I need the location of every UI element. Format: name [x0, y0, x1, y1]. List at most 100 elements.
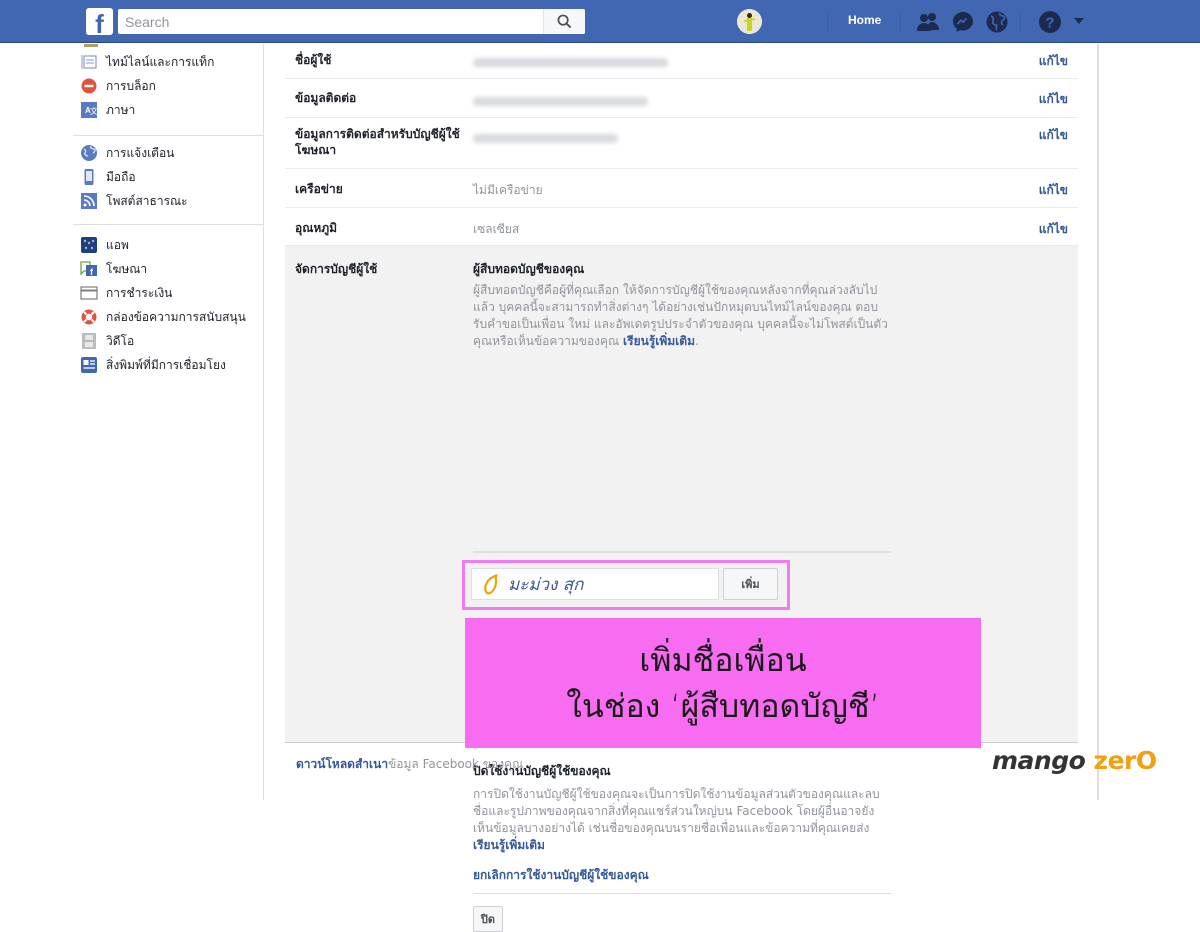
sidebar-divider	[73, 224, 263, 225]
search-input[interactable]	[118, 9, 538, 34]
close-button[interactable]: ปิด	[473, 906, 503, 932]
instruction-callout: เพิ่มชื่อเพื่อน ในช่อง ‘ผู้สืบทอดบัญชี’	[465, 618, 981, 748]
rss-icon	[81, 193, 97, 209]
sidebar-item-label: การชำระเงิน	[106, 285, 173, 300]
edit-temperature-link[interactable]: แก้ไข	[1039, 220, 1068, 239]
legacy-contact-title: ผู้สืบทอดบัญชีของคุณ	[473, 262, 585, 276]
article-icon	[81, 357, 97, 373]
sidebar-group-3: แอพ f โฆษณา การชำระเงิน กล่องข้อความการส…	[80, 233, 264, 377]
mango-icon	[484, 574, 498, 595]
row-label: อุณหภูมิ	[295, 221, 338, 235]
timeline-icon	[81, 55, 97, 69]
settings-sidebar: ไทม์ไลน์และการแท็ก การบล็อก A文 ภาษา การแ…	[0, 44, 264, 800]
sidebar-item-label: วิดีโอ	[106, 333, 135, 348]
profile-avatar[interactable]	[737, 9, 762, 34]
facebook-logo[interactable]: f	[86, 8, 113, 35]
search-icon	[557, 14, 572, 29]
sidebar-item-label: โพสต์สาธารณะ	[106, 193, 188, 208]
sidebar-item-label: มือถือ	[106, 169, 136, 184]
download-info-text: ดาวน์โหลดสำเนาข้อมูล Facebook ของคุณ	[296, 755, 523, 774]
avatar-image	[737, 9, 762, 34]
payment-card-icon	[80, 286, 98, 300]
sidebar-item-mobile[interactable]: มือถือ	[80, 165, 264, 189]
row-label: ข้อมูลการติดต่อสำหรับบัญชีผู้ใช้โฆษณา	[295, 127, 460, 157]
search-box	[118, 9, 585, 34]
settings-row-temperature: อุณหภูมิ เซลเซียส แก้ไข	[285, 208, 1078, 246]
period: .	[694, 334, 699, 348]
search-button[interactable]	[543, 9, 585, 34]
manage-account-label: จัดการบัญชีผู้ใช้	[295, 262, 378, 276]
sidebar-item-linked-publications[interactable]: สิ่งพิมพ์ที่มีการเชื่อมโยง	[80, 353, 264, 377]
help-icon[interactable]: ?	[1038, 10, 1062, 34]
block-icon	[81, 78, 97, 94]
sidebar-item-public-posts[interactable]: โพสต์สาธารณะ	[80, 189, 264, 213]
settings-row-ad-account-contact: ข้อมูลการติดต่อสำหรับบัญชีผู้ใช้โฆษณา แก…	[285, 118, 1078, 169]
sidebar-item-support-inbox[interactable]: กล่องข้อความการสนับสนุน	[80, 305, 264, 329]
mobile-icon	[84, 169, 94, 185]
watermark-part-2: zerO	[1093, 746, 1158, 775]
lifebuoy-icon	[81, 309, 97, 325]
sidebar-item-label: ภาษา	[106, 102, 136, 117]
username-value-blurred	[473, 56, 668, 70]
row-label: เครือข่าย	[295, 182, 343, 196]
svg-text:?: ?	[1045, 15, 1054, 32]
contact-value-blurred	[473, 95, 648, 109]
video-film-icon	[82, 333, 96, 349]
deactivate-description: การปิดใช้งานบัญชีผู้ใช้ของคุณจะเป็นการปิ…	[473, 786, 891, 854]
sidebar-item-timeline-tagging[interactable]: ไทม์ไลน์และการแท็ก	[80, 50, 264, 74]
messenger-icon[interactable]	[951, 10, 975, 34]
row-label: ข้อมูลติดต่อ	[295, 91, 357, 105]
edit-contact-link[interactable]: แก้ไข	[1039, 90, 1068, 109]
settings-row-contact: ข้อมูลติดต่อ แก้ไข	[285, 79, 1078, 118]
deactivate-learn-more-link[interactable]: เรียนรู้เพิ่มเติม	[473, 838, 545, 852]
sidebar-item-notifications[interactable]: การแจ้งเตือน	[80, 141, 264, 165]
legacy-contact-name: มะม่วง สุก	[508, 574, 584, 595]
apps-icon	[81, 237, 97, 253]
edit-ad-contact-link[interactable]: แก้ไข	[1039, 126, 1068, 145]
friend-requests-icon[interactable]	[916, 10, 940, 34]
sidebar-item-apps[interactable]: แอพ	[80, 233, 264, 257]
edit-username-link[interactable]: แก้ไข	[1039, 52, 1068, 71]
sidebar-item-label: การบล็อก	[106, 78, 156, 93]
temperature-value: เซลเซียส	[473, 222, 520, 236]
sidebar-item-label: แอพ	[106, 237, 129, 252]
ads-icon: f	[80, 261, 97, 277]
top-navigation-bar: f Home ?	[0, 0, 1200, 43]
topbar-divider	[900, 12, 901, 32]
deactivate-account-link[interactable]: ยกเลิกการใช้งานบัญชีผู้ใช้ของคุณ	[473, 866, 649, 885]
mangozero-watermark: mango zerO	[992, 746, 1157, 775]
sidebar-item-label: กล่องข้อความการสนับสนุน	[106, 309, 246, 324]
legacy-contact-description: ผู้สืบทอดบัญชีคือผู้ที่คุณเลือก ให้จัดกา…	[473, 282, 893, 350]
download-copy-link[interactable]: ดาวน์โหลดสำเนา	[296, 757, 388, 771]
row-label: ชื่อผู้ใช้	[295, 53, 332, 67]
add-legacy-contact-button[interactable]: เพิ่ม	[723, 568, 778, 600]
sidebar-item-label: สิ่งพิมพ์ที่มีการเชื่อมโยง	[106, 357, 226, 372]
home-link[interactable]: Home	[848, 13, 881, 27]
svg-text:文: 文	[90, 106, 98, 116]
settings-row-username: ชื่อผู้ใช้ แก้ไข	[285, 44, 1078, 79]
watermark-part-1: mango	[992, 746, 1086, 775]
sidebar-item-videos[interactable]: วิดีโอ	[80, 329, 264, 353]
section-divider	[473, 552, 891, 553]
sidebar-item-language[interactable]: A文 ภาษา	[80, 98, 264, 122]
callout-line-1: เพิ่มชื่อเพื่อน	[639, 641, 807, 679]
sidebar-group-2: การแจ้งเตือน มือถือ โพสต์สาธารณะ	[80, 141, 264, 213]
dropdown-caret-icon[interactable]	[1072, 14, 1086, 28]
language-icon: A文	[81, 102, 98, 118]
legacy-contact-input[interactable]: มะม่วง สุก	[471, 568, 719, 600]
sidebar-divider	[73, 135, 263, 136]
legacy-learn-more-link[interactable]: เรียนรู้เพิ่มเติม	[623, 334, 695, 348]
edit-networks-link[interactable]: แก้ไข	[1039, 181, 1068, 200]
sidebar-item-label: โฆษณา	[106, 261, 148, 276]
content-right-border	[1097, 44, 1099, 800]
sidebar-item-label: ไทม์ไลน์และการแท็ก	[106, 54, 215, 69]
sidebar-item-payments[interactable]: การชำระเงิน	[80, 281, 264, 305]
manage-account-section: จัดการบัญชีผู้ใช้ ผู้สืบทอดบัญชีของคุณ ผ…	[285, 246, 1078, 932]
notifications-globe-icon[interactable]	[985, 10, 1009, 34]
topbar-divider	[827, 12, 828, 32]
sidebar-item-blocking[interactable]: การบล็อก	[80, 74, 264, 98]
section-divider	[473, 893, 891, 894]
callout-line-2: ในช่อง ‘ผู้สืบทอดบัญชี’	[566, 687, 880, 725]
sidebar-item-ads[interactable]: f โฆษณา	[80, 257, 264, 281]
ad-contact-value-blurred	[473, 132, 618, 146]
